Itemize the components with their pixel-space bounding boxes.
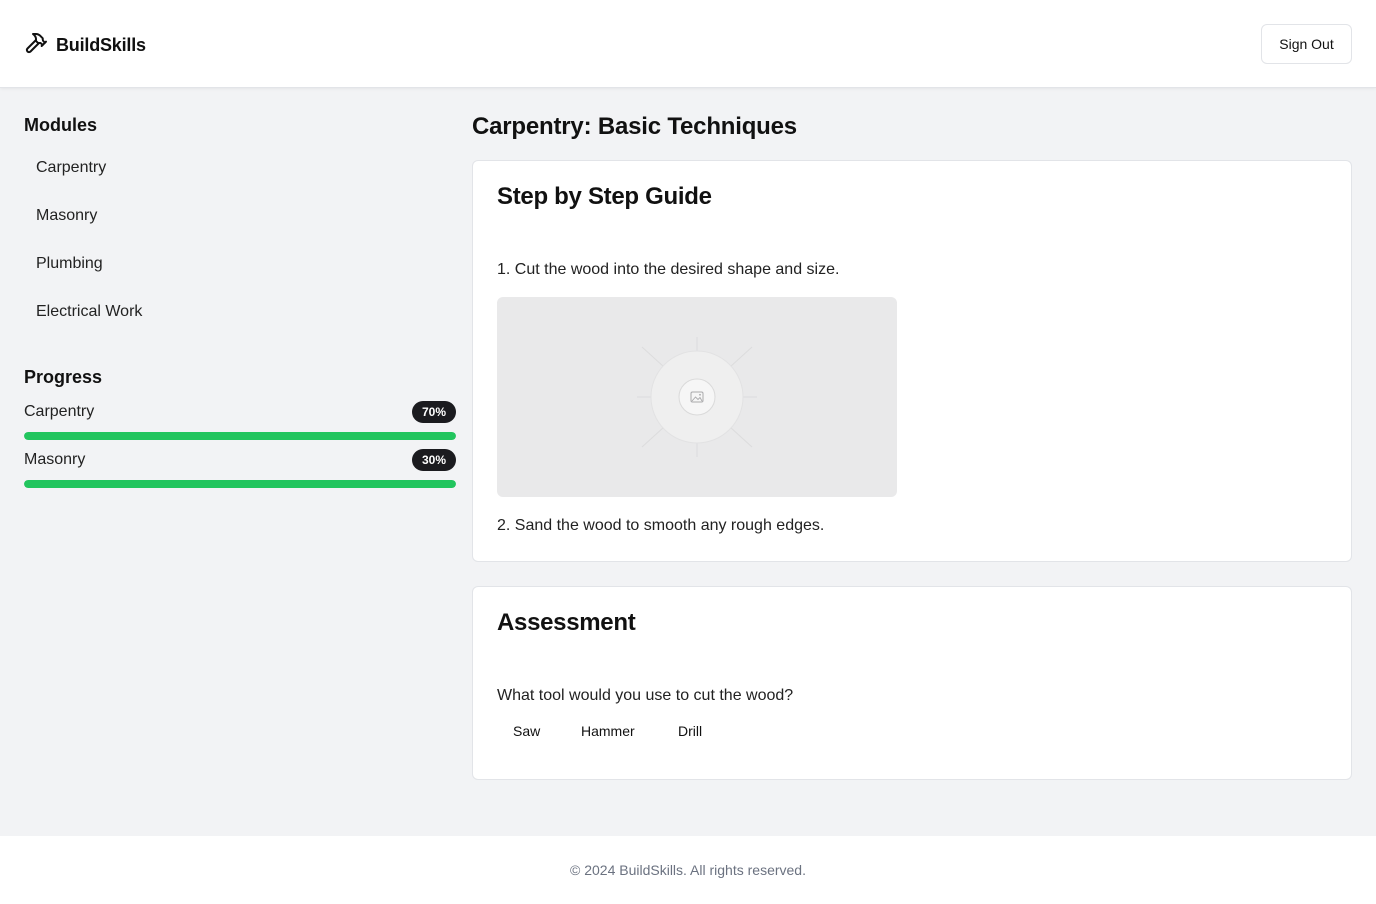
modules-heading: Modules [24,115,98,135]
footer: © 2024 BuildSkills. All rights reserved. [0,836,1376,904]
progress-fill-carpentry [24,432,456,440]
answer-saw-button[interactable]: Saw [513,723,540,739]
progress-label-carpentry: Carpentry [24,403,95,420]
progress-bar-masonry [24,480,456,488]
sidebar-item-electrical-work[interactable]: Electrical Work [36,303,142,321]
guide-step-2: 2. Sand the wood to smooth any rough edg… [497,517,825,534]
assessment-question: What tool would you use to cut the wood? [497,687,794,704]
brand-name: BuildSkills [56,35,146,55]
hammer-icon [24,31,48,60]
guide-step-1: 1. Cut the wood into the desired shape a… [497,261,840,278]
sidebar-item-carpentry[interactable]: Carpentry [36,159,106,177]
step-image [497,297,897,497]
assessment-heading: Assessment [497,609,636,636]
sign-out-button[interactable]: Sign Out [1261,24,1352,64]
guide-heading: Step by Step Guide [497,183,712,210]
answer-hammer-button[interactable]: Hammer [581,723,635,739]
image-placeholder-icon [637,337,757,457]
sidebar-item-plumbing[interactable]: Plumbing [36,255,103,273]
progress-label-masonry: Masonry [24,451,86,468]
progress-badge-carpentry: 70% [411,401,456,423]
brand[interactable]: BuildSkills [24,31,146,60]
progress-badge-masonry: 30% [411,449,456,471]
sidebar-item-masonry[interactable]: Masonry [36,207,97,225]
page-title: Carpentry: Basic Techniques [472,113,797,140]
assessment-card: Assessment What tool would you use to cu… [472,586,1352,780]
footer-copyright: © 2024 BuildSkills. All rights reserved. [570,862,806,878]
top-header: BuildSkills Sign Out [0,0,1376,88]
progress-fill-masonry [24,480,456,488]
guide-card: Step by Step Guide 1. Cut the wood into … [472,160,1352,562]
answer-drill-button[interactable]: Drill [678,723,702,739]
progress-bar-carpentry [24,432,456,440]
progress-heading: Progress [24,367,103,387]
